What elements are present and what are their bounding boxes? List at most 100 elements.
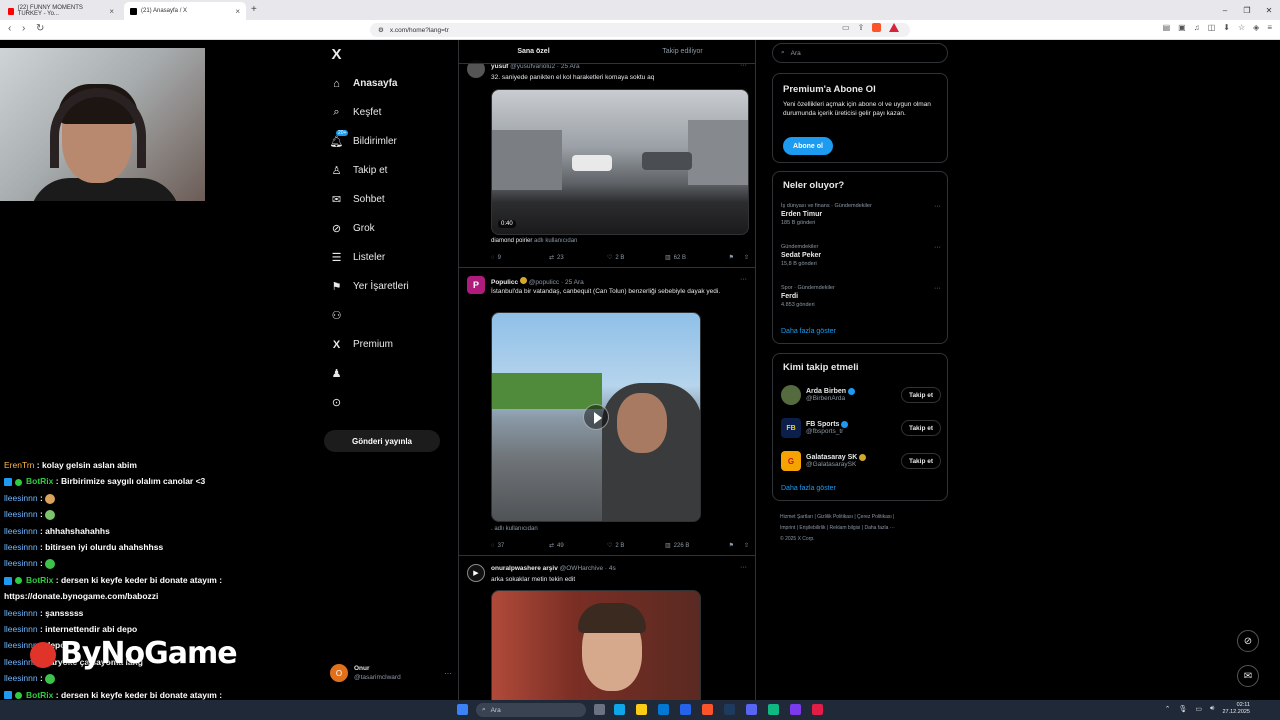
subscribe-button[interactable]: Abone ol	[783, 137, 833, 155]
post-handle[interactable]: @populicc	[529, 279, 559, 286]
reply-button[interactable]: ◌ 37	[491, 542, 549, 549]
follow-suggestion[interactable]: FB FB Sports @fbsports_tr Takip et	[781, 416, 941, 440]
tray-chevron-icon[interactable]: ⌃	[1165, 705, 1171, 713]
attribution-name[interactable]: diamond poirier	[491, 238, 532, 244]
follow-suggestion[interactable]: Arda Birben @BirbenArda Takip et	[781, 383, 941, 407]
trend-item[interactable]: Gündemdekiler Sedat Peker 15,8 B gönderi…	[781, 244, 941, 267]
back-icon[interactable]: ‹	[8, 23, 11, 34]
post-time[interactable]: 25 Ara	[561, 63, 580, 70]
post-author[interactable]: Populicc	[491, 279, 518, 286]
close-tab-icon[interactable]: ×	[109, 7, 114, 16]
post[interactable]: yusuf @yusufvariolu2 · 25 Ara ··· 32. sa…	[459, 54, 755, 268]
sidebar-icon[interactable]: ◫	[1208, 23, 1216, 32]
taskbar-search[interactable]: ⌕ Ara	[476, 703, 586, 717]
brave-taskbar-icon[interactable]	[702, 704, 713, 715]
post-button[interactable]: Gönderi yayınla	[324, 430, 440, 452]
nav-item-grok[interactable]: ⊘ Grok	[330, 222, 375, 235]
wallet-icon[interactable]: ▤	[1163, 23, 1171, 32]
discord-icon[interactable]	[746, 704, 757, 715]
repost-button[interactable]: ⇄ 23	[549, 254, 607, 262]
microphone-icon[interactable]: 🎙︎	[1179, 705, 1188, 713]
minimize-button[interactable]: –	[1214, 0, 1236, 20]
brave-rewards-icon[interactable]	[889, 23, 900, 32]
trend-item[interactable]: Spor · Gündemdekiler Ferdi 4.853 gönderi…	[781, 285, 941, 308]
more-icon[interactable]: ···	[740, 276, 747, 283]
task-view-icon[interactable]	[594, 704, 605, 715]
account-switcher[interactable]: O Onur @tasarimclward ···	[330, 662, 452, 684]
vpn-icon[interactable]: ◈	[1253, 23, 1259, 32]
reload-icon[interactable]: ↻	[36, 23, 44, 34]
play-icon[interactable]	[583, 404, 609, 430]
footer-links[interactable]: Imprint | Erişilebilirlik | Reklam bilgi…	[780, 523, 940, 534]
x-home-logo[interactable]: X	[330, 46, 343, 63]
new-tab-button[interactable]: +	[251, 4, 257, 15]
like-button[interactable]: ♡ 2 B	[607, 542, 665, 550]
obs-icon[interactable]	[790, 704, 801, 715]
trend-item[interactable]: İş dünyası ve finans · Gündemdekiler Erd…	[781, 203, 941, 226]
bookmark-icon[interactable]: ⚑	[729, 254, 734, 261]
reply-button[interactable]: ◌ 9	[491, 254, 549, 261]
menu-icon[interactable]: ≡	[1267, 23, 1272, 32]
browser-tab-youtube[interactable]: (22) FUNNY MOMENTS TURKEY - Yo... ×	[2, 2, 120, 20]
nav-item-profile[interactable]: ♟	[330, 367, 343, 380]
edge-icon[interactable]	[614, 704, 625, 715]
file-explorer-icon[interactable]	[636, 704, 647, 715]
footer-links[interactable]: Hizmet Şartları | Gizlilik Politikası | …	[780, 512, 940, 523]
forward-icon[interactable]: ›	[22, 23, 25, 34]
downloads-icon[interactable]: ⬇	[1223, 23, 1230, 32]
brave-shields-icon[interactable]	[872, 23, 882, 32]
post-author[interactable]: onuralpwashere arşiv	[491, 565, 558, 572]
more-icon[interactable]: ···	[444, 669, 452, 678]
bookmark-star-icon[interactable]: ☆	[1238, 23, 1245, 32]
share-icon[interactable]: ⇪	[858, 23, 865, 32]
follow-show-more-link[interactable]: Daha fazla göster	[781, 485, 836, 492]
more-icon[interactable]: ···	[934, 285, 941, 292]
more-icon[interactable]: ···	[934, 244, 941, 251]
maximize-button[interactable]: ❐	[1236, 0, 1258, 20]
nav-item-messages[interactable]: ✉ Sohbet	[330, 193, 385, 206]
share-icon[interactable]: ⇧	[744, 254, 749, 261]
store-icon[interactable]	[658, 704, 669, 715]
post-video[interactable]	[491, 312, 701, 522]
fb-sports-logo-icon[interactable]: FB	[781, 418, 801, 438]
address-bar[interactable]: ⚙ x.com/home?lang=tr	[370, 23, 910, 37]
galatasaray-logo-icon[interactable]: G	[781, 451, 801, 471]
post[interactable]: P Populicc @populicc · 25 Ara ··· İstanb…	[459, 268, 755, 556]
search-input[interactable]: ⌕ Ara	[772, 43, 948, 63]
views-button[interactable]: ▥ 62 B	[665, 254, 721, 262]
close-window-button[interactable]: ✕	[1258, 0, 1280, 20]
reader-mode-icon[interactable]: ▭	[842, 23, 850, 32]
nav-item-home[interactable]: ⌂ Anasayfa	[330, 77, 397, 90]
nav-item-more[interactable]: ⊙	[330, 396, 343, 409]
clock[interactable]: 02:11 27.12.2025	[1222, 702, 1250, 716]
bookmark-icon[interactable]: ⚑	[729, 542, 734, 549]
like-button[interactable]: ♡ 2 B	[607, 254, 665, 262]
post-time[interactable]: 25 Ara	[565, 279, 584, 286]
browser-tab-x[interactable]: (21) Anasayfa / X ×	[124, 2, 246, 20]
trends-show-more-link[interactable]: Daha fazla göster	[781, 328, 836, 335]
more-icon[interactable]: ···	[934, 203, 941, 210]
tab-following[interactable]: Takip ediliyor	[608, 40, 755, 63]
mail-app-icon[interactable]	[680, 704, 691, 715]
post-handle[interactable]: @yusufvariolu2	[510, 63, 555, 70]
grok-float-icon[interactable]: ⊘	[1237, 630, 1259, 652]
nav-item-follow[interactable]: ♙ Takip et	[330, 164, 388, 177]
site-info-icon[interactable]: ⚙	[378, 26, 384, 34]
repost-button[interactable]: ⇄ 49	[549, 542, 607, 550]
extensions-icon[interactable]: ▣	[1178, 23, 1186, 32]
avatar[interactable]	[781, 385, 801, 405]
share-icon[interactable]: ⇧	[744, 542, 749, 549]
post-handle[interactable]: @OWHarchive	[560, 565, 603, 572]
windows-start-icon[interactable]	[457, 704, 468, 715]
close-tab-icon[interactable]: ×	[235, 7, 240, 16]
nav-item-notifications[interactable]: 🔔︎ 20+ Bildirimler	[330, 130, 397, 148]
steam-icon[interactable]	[724, 704, 735, 715]
messages-float-icon[interactable]: ✉	[1237, 665, 1259, 687]
playlist-icon[interactable]: ♫	[1194, 23, 1200, 32]
avatar[interactable]: ▶	[467, 564, 485, 582]
volume-icon[interactable]: 🔊︎	[1210, 705, 1214, 713]
post-video[interactable]	[491, 590, 701, 700]
follow-button[interactable]: Takip et	[901, 420, 941, 436]
avatar[interactable]: P	[467, 276, 485, 294]
chrome-icon[interactable]	[768, 704, 779, 715]
